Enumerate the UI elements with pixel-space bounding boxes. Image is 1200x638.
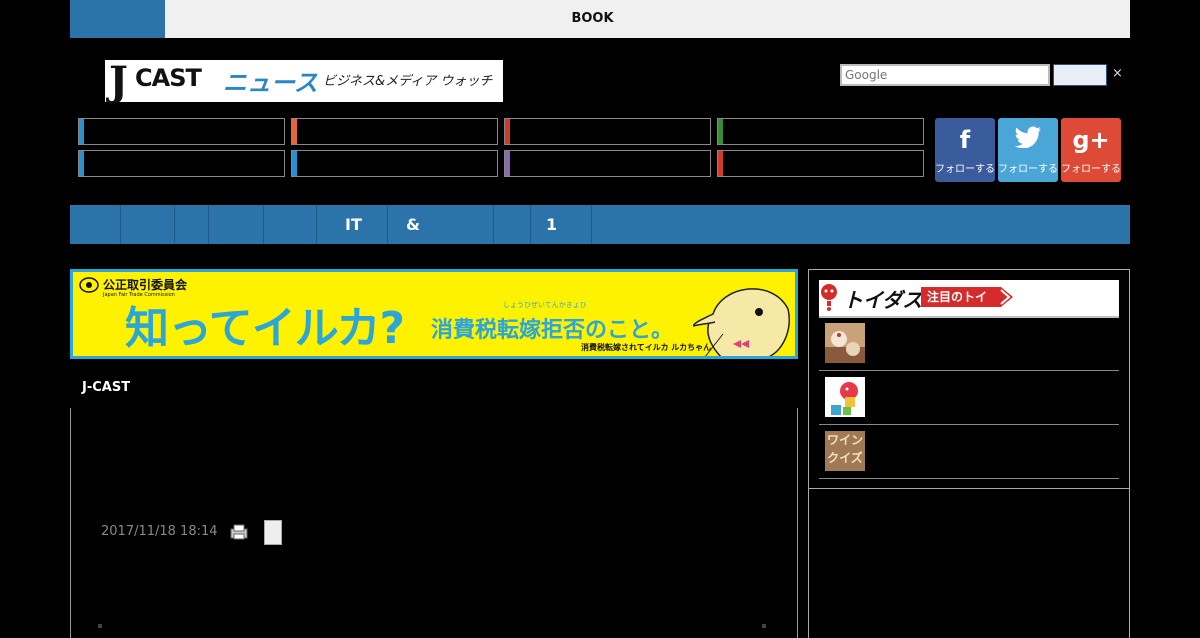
ad-organization: 公正取引委員会 xyxy=(103,278,188,292)
ad-banner[interactable]: 公正取引委員会 Japan Fair Trade Commission 知ってイ… xyxy=(70,269,798,359)
ad-fineprint: 消費税転嫁されてイルカ ルカちゃん xyxy=(581,343,712,352)
category-color-bar xyxy=(292,151,297,176)
wine-quiz-label: ワインクイズ xyxy=(826,433,863,465)
facebook-icon: f xyxy=(959,126,971,154)
top-bar-book-link[interactable]: BOOK xyxy=(165,0,1020,38)
category-box[interactable] xyxy=(504,118,711,145)
logo-j: J xyxy=(109,58,128,105)
list-item[interactable] xyxy=(819,371,1119,425)
question-mascot-icon xyxy=(821,284,837,311)
dolphin-mascot-icon xyxy=(693,288,790,356)
category-color-bar xyxy=(505,151,510,176)
jftc-seal-icon xyxy=(79,277,99,293)
site-logo[interactable]: J CAST ニュース ビジネス&メディア ウォッチ xyxy=(105,58,503,105)
ad-ruby: しょうひぜいてんかきょひ xyxy=(503,301,587,309)
main-nav: IT & 1 xyxy=(70,205,1130,244)
category-box[interactable] xyxy=(291,118,498,145)
category-box[interactable] xyxy=(78,118,285,145)
category-color-bar xyxy=(292,119,297,144)
twitter-icon xyxy=(998,126,1058,154)
nav-separator xyxy=(174,205,175,244)
print-icon[interactable] xyxy=(230,524,248,540)
mascot-thumbnail xyxy=(825,377,865,417)
wine-quiz-thumbnail: ワインクイズ xyxy=(825,431,865,471)
article-source: J-CAST xyxy=(82,380,131,395)
nav-item-amp[interactable]: & xyxy=(406,205,420,244)
bookmark-button[interactable] xyxy=(264,520,282,545)
google-plus-icon: g+ xyxy=(1072,126,1110,154)
article-corner-mark xyxy=(98,624,102,628)
sidebar-lower-panel xyxy=(808,488,1130,638)
facebook-follow-button[interactable]: f フォローする xyxy=(935,118,995,182)
cake-thumbnail xyxy=(825,323,865,363)
toidas-logo: トイダス xyxy=(843,288,923,312)
nav-separator xyxy=(591,205,592,244)
article-timestamp: 2017/11/18 18:14 xyxy=(101,524,218,539)
nav-separator xyxy=(530,205,531,244)
google-plus-follow-button[interactable]: g+ フォローする xyxy=(1061,118,1121,182)
category-box[interactable] xyxy=(291,150,498,177)
follow-label: フォローする xyxy=(935,164,995,175)
toidas-header[interactable]: トイダス 注目のトイ xyxy=(819,280,1119,316)
nav-separator xyxy=(208,205,209,244)
category-color-bar xyxy=(79,119,84,144)
logo-tagline: ビジネス&メディア ウォッチ xyxy=(323,74,493,89)
logo-cast: CAST xyxy=(135,64,202,92)
list-item[interactable] xyxy=(819,317,1119,371)
category-color-bar xyxy=(718,119,723,144)
close-icon[interactable]: × xyxy=(1112,64,1126,84)
nav-separator xyxy=(493,205,494,244)
logo-news: ニュース xyxy=(223,69,318,97)
search-input[interactable] xyxy=(840,64,1050,86)
search-button[interactable] xyxy=(1053,64,1107,86)
category-box[interactable] xyxy=(717,118,924,145)
top-bar-accent[interactable] xyxy=(70,0,165,38)
nav-item-it[interactable]: IT xyxy=(345,205,362,244)
category-color-bar xyxy=(79,151,84,176)
nav-separator xyxy=(316,205,317,244)
category-box[interactable] xyxy=(717,150,924,177)
follow-label: フォローする xyxy=(998,164,1058,175)
list-item[interactable]: ワインクイズ xyxy=(819,425,1119,479)
nav-separator xyxy=(263,205,264,244)
category-box[interactable] xyxy=(504,150,711,177)
toi-tag-label: 注目のトイ xyxy=(927,290,988,304)
ad-headline: 知ってイルカ? xyxy=(125,303,405,354)
twitter-follow-button[interactable]: フォローする xyxy=(998,118,1058,182)
nav-item-one[interactable]: 1 xyxy=(546,205,557,244)
article-corner-mark xyxy=(762,624,766,628)
ad-subheadline: 消費税転嫁拒否のこと。 xyxy=(431,318,674,343)
nav-separator xyxy=(387,205,388,244)
nav-separator xyxy=(120,205,121,244)
category-color-bar xyxy=(505,119,510,144)
category-color-bar xyxy=(718,151,723,176)
follow-label: フォローする xyxy=(1061,164,1121,175)
article-body xyxy=(70,408,798,638)
category-box[interactable] xyxy=(78,150,285,177)
